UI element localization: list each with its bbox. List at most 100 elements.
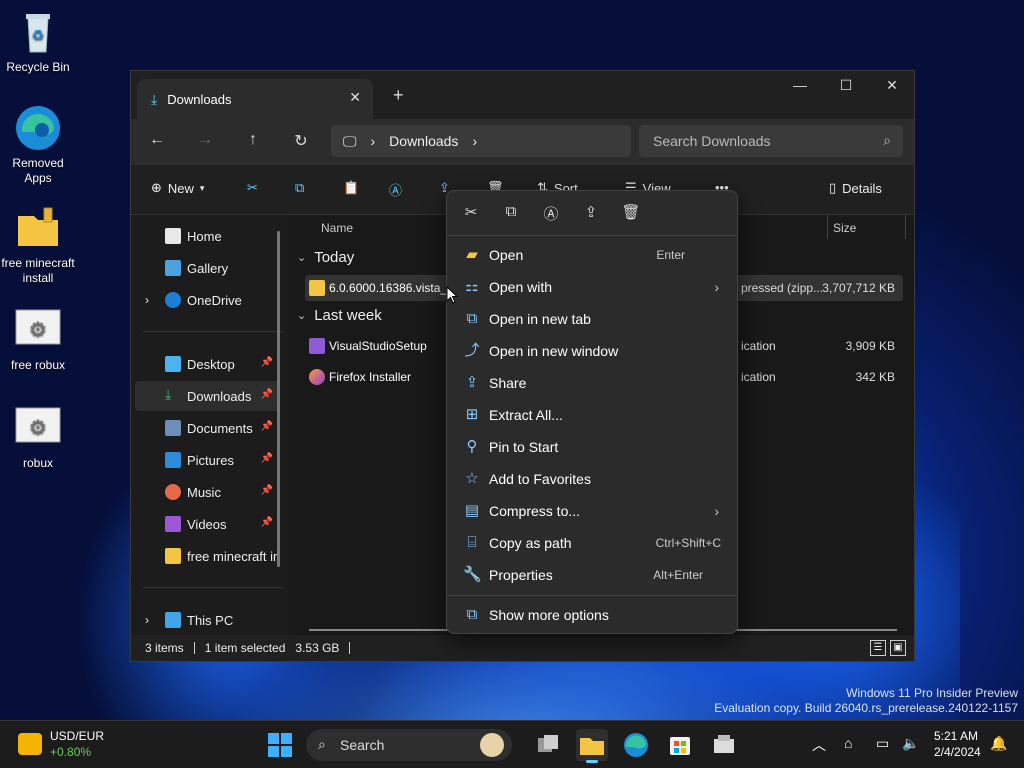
menu-item-open-in-new-window[interactable]: ⤴ Open in new window [453,335,733,367]
new-window-icon: ⤴ [464,342,480,359]
menu-item-pin-to-start[interactable]: ⚲ Pin to Start [453,431,733,463]
svg-text:⚙: ⚙ [29,319,47,341]
copy-icon[interactable]: ⧉ [499,203,523,223]
desktop-icon-removed-apps[interactable]: Removed Apps [0,104,76,186]
display-icon[interactable]: ▭ [876,735,889,752]
chevron-down-icon: ⌄ [297,310,307,322]
sidebar-item-gallery[interactable]: Gallery [135,253,279,283]
share-icon[interactable]: ⇪ [579,203,603,223]
copy-button[interactable]: ⧉ [295,180,304,196]
new-tab-button[interactable]: + [393,85,404,106]
paste-button[interactable]: 📋 [343,180,359,196]
tiles-view-icon[interactable]: ▣ [890,640,906,656]
star-icon: ☆ [465,470,479,487]
file-explorer-taskbar-icon[interactable] [576,729,608,763]
trash-icon[interactable]: 🗑 [619,203,643,223]
installer-taskbar-icon[interactable] [708,729,740,761]
cut-icon[interactable]: ✂ [459,203,483,223]
details-pane-icon: ▯ [829,180,837,195]
up-button[interactable]: ↑ [241,131,265,149]
sidebar-item-home[interactable]: Home [135,221,279,251]
maximize-button[interactable]: ☐ [823,77,869,94]
rename-button[interactable]: Ⓐ [389,180,402,199]
new-button[interactable]: ⊕ New ▾ [151,180,204,196]
group-header-today[interactable]: ⌄ Today [297,249,354,266]
open-with-icon: ⚏ [465,278,479,295]
sidebar-item-pictures[interactable]: Pictures 📌 [135,445,279,475]
task-view-button[interactable] [532,729,564,761]
extract-icon: ⊞ [465,406,479,423]
minimize-button[interactable]: — [777,77,823,93]
sidebar-item-videos[interactable]: Videos 📌 [135,509,279,539]
search-input[interactable]: Search Downloads ⌕ [639,125,903,157]
menu-item-compress-to[interactable]: ▤ Compress to... › [453,495,733,527]
divider [143,331,283,332]
clock-date[interactable]: 2/4/2024 [934,745,981,759]
close-tab-icon[interactable]: ✕ [349,89,361,106]
download-icon: ⤓ [165,386,172,402]
menu-item-label: Open in new window [489,343,619,359]
menu-item-copy-as-path[interactable]: ⌸ Copy as path Ctrl+Shift+C [453,527,733,559]
firefox-icon [309,369,325,385]
group-header-last-week[interactable]: ⌄ Last week [297,307,382,324]
file-type: pressed (zipp... [741,281,824,295]
menu-item-add-to-favorites[interactable]: ☆ Add to Favorites [453,463,733,495]
details-view-icon[interactable]: ☰ [870,640,886,656]
pin-icon: 📌 [260,357,273,368]
menu-item-show-more-options[interactable]: ⧉ Show more options [453,599,733,631]
network-icon[interactable]: ⌂ [844,735,852,751]
column-header-name[interactable]: Name [321,221,353,235]
close-window-button[interactable]: ✕ [869,77,915,94]
store-taskbar-icon[interactable] [664,729,696,761]
clock-time[interactable]: 5:21 AM [934,729,978,743]
desktop-icon-recycle-bin[interactable]: ♻ Recycle Bin [0,8,76,75]
weather-widget[interactable]: USD/EUR +0.80% [14,727,124,763]
cloud-icon [165,292,181,308]
menu-item-open-with[interactable]: ⚏ Open with › [453,271,733,303]
desktop-icon-label: robux [22,456,54,470]
back-button[interactable]: ← [145,131,169,149]
group-label: Today [314,249,355,266]
sidebar-item-music[interactable]: Music 📌 [135,477,279,507]
new-label: New [167,180,194,196]
menu-item-open-in-new-tab[interactable]: ⧉ Open in new tab [453,303,733,335]
edge-taskbar-icon[interactable] [620,729,652,761]
sidebar-item-documents[interactable]: Documents 📌 [135,413,279,443]
sidebar-item-downloads[interactable]: ⤓ Downloads 📌 [135,381,279,411]
selected-count: 1 item selected [204,641,286,655]
desktop-icon-free-robux[interactable]: ⚙ free robux [0,306,76,373]
notification-icon[interactable]: 🔔 [990,735,1007,752]
start-button[interactable] [264,729,296,761]
menu-item-extract-all[interactable]: ⊞ Extract All... [453,399,733,431]
cut-button[interactable]: ✂ [247,180,258,196]
menu-item-open[interactable]: ▰ Open Enter [453,239,733,271]
sidebar-scrollbar[interactable] [277,231,280,567]
breadcrumb-downloads[interactable]: Downloads [389,133,458,149]
column-header-size[interactable]: Size [833,221,856,235]
sidebar-item-desktop[interactable]: Desktop 📌 [135,349,279,379]
chevron-right-icon: › [145,613,149,627]
rename-icon[interactable]: Ⓐ [539,203,563,223]
chevron-right-icon: › [145,293,149,307]
tab-downloads[interactable]: ⤓ Downloads ✕ [137,79,373,119]
menu-item-properties[interactable]: 🔧 Properties Alt+Enter [453,559,733,591]
menu-item-share[interactable]: ⇪ Share [453,367,733,399]
desktop-icon-free-minecraft-install[interactable]: free minecraft install [0,204,76,286]
pin-icon: 📌 [260,389,273,400]
taskbar-search[interactable]: ⌕ Search [306,729,512,761]
details-button[interactable]: ▯ Details [829,180,882,196]
chevron-up-icon[interactable]: ︿ [812,735,826,755]
breadcrumb[interactable]: 🖵 › Downloads › [331,125,631,157]
refresh-button[interactable]: ↻ [289,131,313,151]
forward-button[interactable]: → [193,131,217,149]
sidebar-item-this-pc[interactable]: › This PC [135,605,279,635]
svg-text:⚙: ⚙ [29,417,47,439]
volume-icon[interactable]: 🔈 [902,735,919,752]
file-name: Firefox Installer [329,370,412,384]
zip-folder-icon [309,280,325,296]
sidebar-item-onedrive[interactable]: › OneDrive [135,285,279,315]
desktop-icon-robux[interactable]: ⚙ robux [0,404,76,471]
sidebar-item-free-minecraft[interactable]: free minecraft ir [135,541,279,571]
copy-icon: ⧉ [295,180,305,195]
videos-icon [165,516,181,532]
